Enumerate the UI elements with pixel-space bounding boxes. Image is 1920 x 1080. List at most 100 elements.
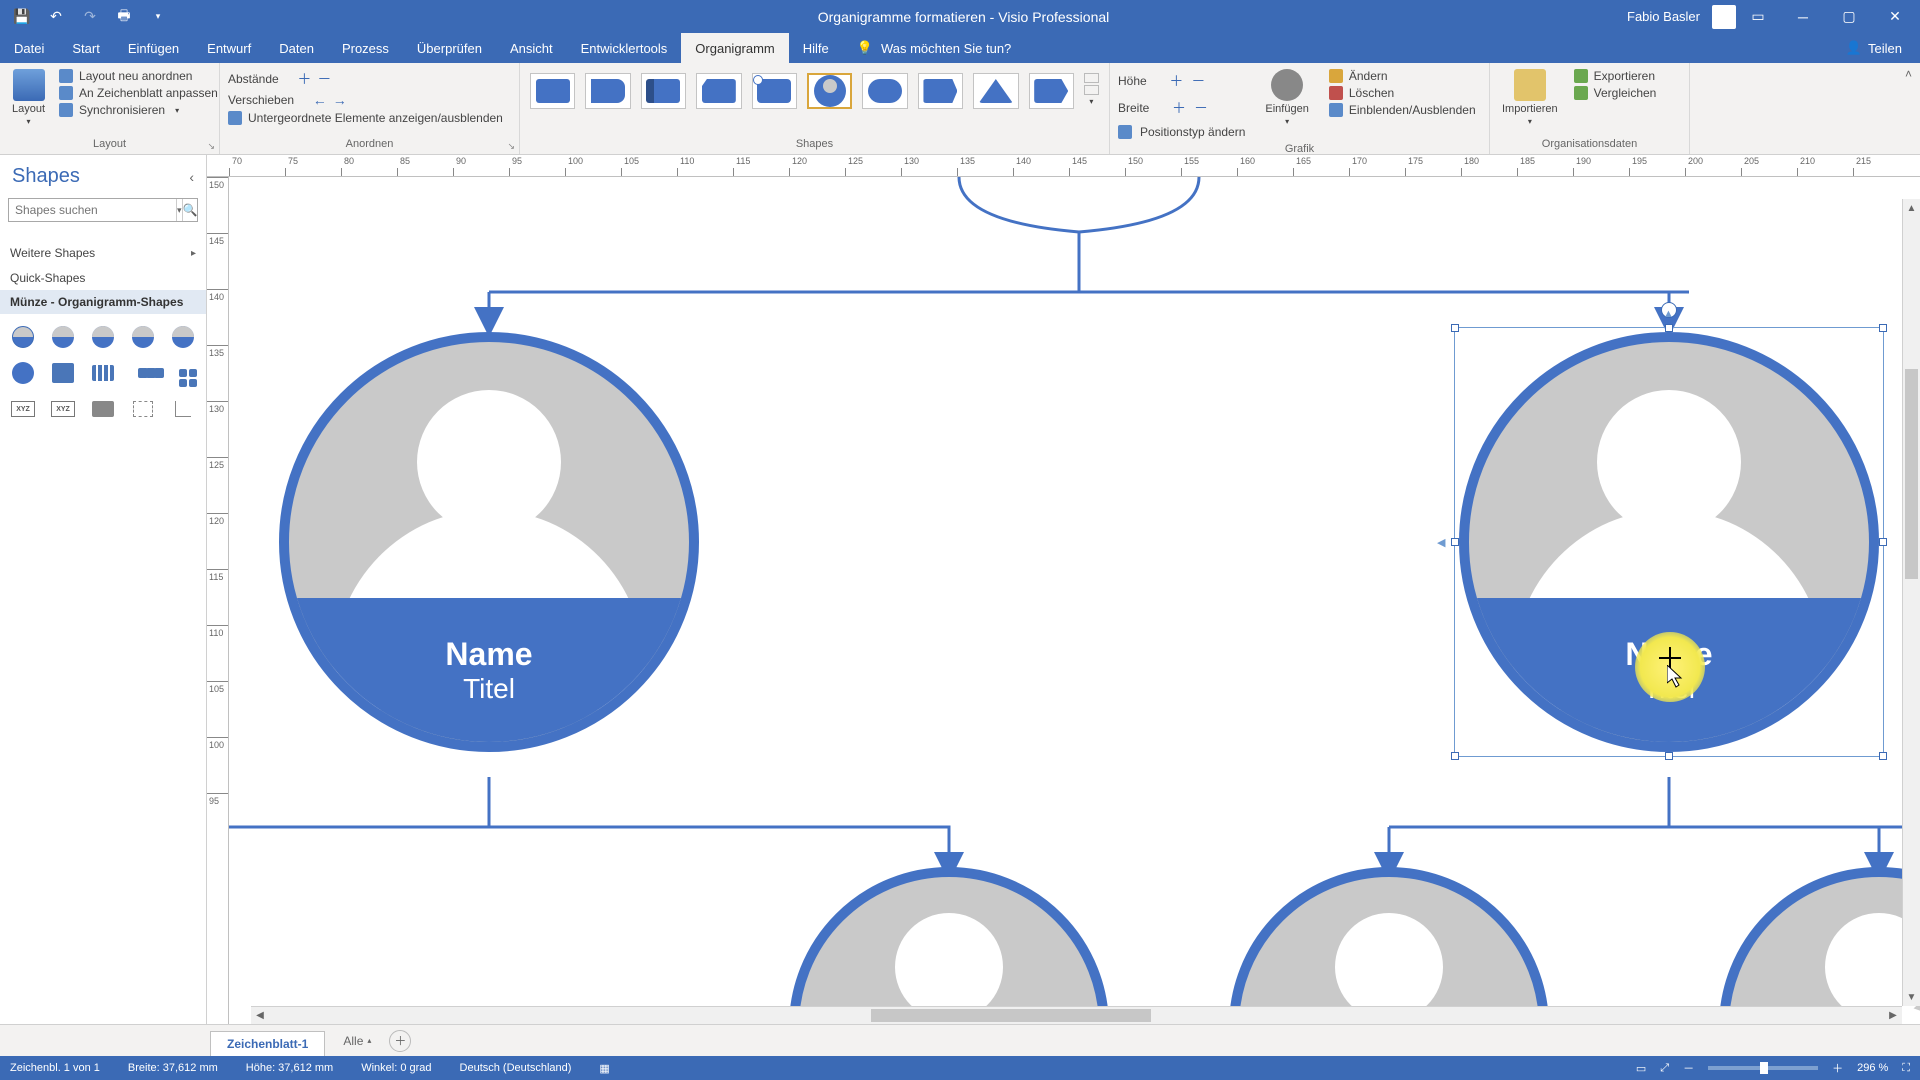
palette-shape[interactable] bbox=[90, 324, 116, 350]
fit-page-button[interactable]: An Zeichenblatt anpassen bbox=[59, 86, 218, 100]
shape-style-1[interactable] bbox=[530, 73, 575, 109]
zoom-level[interactable]: 296 % bbox=[1857, 1062, 1888, 1074]
height-minus[interactable]: － bbox=[1191, 71, 1205, 91]
quick-shapes-stencil[interactable]: Quick-Shapes bbox=[0, 266, 206, 290]
toggle-graphic-button[interactable]: Einblenden/Ausblenden bbox=[1329, 103, 1476, 117]
tell-me-search[interactable]: 💡 Was möchten Sie tun? bbox=[857, 40, 1012, 56]
fit-width-icon[interactable]: ⤢ bbox=[1660, 1062, 1669, 1075]
tab-hilfe[interactable]: Hilfe bbox=[789, 33, 843, 63]
palette-shape[interactable] bbox=[130, 396, 156, 422]
collapse-panel-icon[interactable]: ‹ bbox=[189, 169, 194, 185]
print-icon[interactable]: 🖶 bbox=[110, 4, 138, 30]
vertical-scrollbar[interactable]: ▲ ▼ bbox=[1902, 199, 1920, 1006]
coin-stencil[interactable]: Münze - Organigramm-Shapes bbox=[0, 290, 206, 314]
spacing-plus[interactable]: ＋ bbox=[297, 69, 311, 89]
resize-handle-sw[interactable] bbox=[1451, 752, 1459, 760]
spacing-minus[interactable]: － bbox=[317, 69, 331, 89]
width-plus[interactable]: ＋ bbox=[1172, 98, 1186, 118]
autoconnect-left-icon[interactable]: ◀ bbox=[1437, 536, 1445, 549]
palette-shape[interactable]: XYZ bbox=[10, 396, 36, 422]
autoconnect-up-icon[interactable]: ▲ bbox=[1663, 308, 1674, 320]
layout-button[interactable]: Layout ▾ bbox=[8, 67, 49, 128]
gallery-more[interactable]: ▾ bbox=[1084, 73, 1099, 107]
zoom-thumb[interactable] bbox=[1760, 1062, 1768, 1074]
palette-shape[interactable] bbox=[90, 396, 116, 422]
scroll-down-icon[interactable]: ▼ bbox=[1903, 988, 1920, 1006]
maximize-button[interactable]: ▢ bbox=[1826, 0, 1872, 33]
palette-shape[interactable] bbox=[130, 324, 156, 350]
more-shapes-link[interactable]: Weitere Shapes▸ bbox=[0, 240, 206, 266]
zoom-slider[interactable] bbox=[1708, 1066, 1818, 1070]
scroll-thumb[interactable] bbox=[871, 1009, 1151, 1022]
add-sheet-button[interactable]: ＋ bbox=[389, 1030, 411, 1052]
palette-shape[interactable] bbox=[50, 324, 76, 350]
postype-button[interactable]: Positionstyp ändern bbox=[1118, 123, 1245, 141]
delete-button[interactable]: Löschen bbox=[1329, 86, 1476, 100]
tab-ansicht[interactable]: Ansicht bbox=[496, 33, 567, 63]
tab-organigramm[interactable]: Organigramm bbox=[681, 33, 788, 63]
avatar[interactable] bbox=[1712, 5, 1736, 29]
tab-einfügen[interactable]: Einfügen bbox=[114, 33, 193, 63]
import-button[interactable]: Importieren ▾ bbox=[1498, 67, 1562, 128]
undo-icon[interactable]: ↶ bbox=[42, 4, 70, 30]
palette-shape[interactable] bbox=[10, 360, 36, 386]
sync-button[interactable]: Synchronisieren▾ bbox=[59, 103, 218, 117]
insert-button[interactable]: Einfügen ▾ bbox=[1261, 67, 1312, 128]
share-button[interactable]: 👤 Teilen bbox=[1828, 40, 1920, 56]
resize-handle-s[interactable] bbox=[1665, 752, 1673, 760]
resize-handle-w[interactable] bbox=[1451, 538, 1459, 546]
dialog-launcher-icon[interactable]: ↘ bbox=[207, 138, 215, 154]
width-minus[interactable]: － bbox=[1194, 98, 1208, 118]
close-button[interactable]: ✕ bbox=[1872, 0, 1918, 33]
palette-shape[interactable] bbox=[10, 324, 36, 350]
relayout-button[interactable]: Layout neu anordnen bbox=[59, 69, 218, 83]
palette-shape[interactable] bbox=[170, 324, 196, 350]
shape-style-5[interactable] bbox=[752, 73, 797, 109]
palette-shape[interactable] bbox=[50, 360, 76, 386]
move-right[interactable]: → bbox=[333, 92, 347, 108]
tab-entwicklertools[interactable]: Entwicklertools bbox=[567, 33, 682, 63]
horizontal-scrollbar[interactable]: ◀ ▶ bbox=[251, 1006, 1902, 1024]
zoom-out-button[interactable]: － bbox=[1683, 1060, 1694, 1076]
resize-handle-e[interactable] bbox=[1879, 538, 1887, 546]
presentation-icon[interactable]: ▭ bbox=[1636, 1062, 1646, 1075]
resize-handle-n[interactable] bbox=[1665, 324, 1673, 332]
resize-handle-nw[interactable] bbox=[1451, 324, 1459, 332]
toggle-subs-button[interactable]: Untergeordnete Elemente anzeigen/ausblen… bbox=[228, 111, 511, 125]
shape-style-2[interactable] bbox=[585, 73, 630, 109]
height-plus[interactable]: ＋ bbox=[1169, 71, 1183, 91]
collapse-ribbon-icon[interactable]: ˄ bbox=[1905, 67, 1912, 81]
tab-daten[interactable]: Daten bbox=[265, 33, 328, 63]
resize-handle-ne[interactable] bbox=[1879, 324, 1887, 332]
save-icon[interactable]: 💾 bbox=[8, 4, 36, 30]
shape-style-3[interactable] bbox=[641, 73, 686, 109]
ribbon-options-icon[interactable]: ▭ bbox=[1744, 4, 1772, 30]
resize-handle-se[interactable] bbox=[1879, 752, 1887, 760]
minimize-button[interactable]: ─ bbox=[1780, 0, 1826, 33]
redo-icon[interactable]: ↷ bbox=[76, 4, 104, 30]
fit-page-icon[interactable]: ⛶ bbox=[1902, 1062, 1910, 1075]
shapes-search-input[interactable] bbox=[9, 199, 176, 221]
macro-icon[interactable]: ▦ bbox=[599, 1062, 609, 1075]
shape-style-coin[interactable] bbox=[807, 73, 853, 109]
tab-prozess[interactable]: Prozess bbox=[328, 33, 403, 63]
scroll-up-icon[interactable]: ▲ bbox=[1903, 199, 1920, 217]
shape-style-10[interactable] bbox=[1029, 73, 1074, 109]
scroll-thumb[interactable] bbox=[1905, 369, 1918, 579]
dialog-launcher-icon[interactable]: ↘ bbox=[507, 138, 515, 154]
drawing-canvas[interactable]: Name Titel Name Titel bbox=[229, 177, 1920, 1024]
change-button[interactable]: Ändern bbox=[1329, 69, 1476, 83]
sheet-tab-all[interactable]: Alle▴ bbox=[331, 1029, 383, 1053]
shape-style-4[interactable] bbox=[696, 73, 741, 109]
scroll-right-icon[interactable]: ▶ bbox=[1884, 1007, 1902, 1024]
palette-shape[interactable] bbox=[170, 396, 196, 422]
palette-shape[interactable]: XYZ bbox=[50, 396, 76, 422]
tab-datei[interactable]: Datei bbox=[0, 33, 58, 63]
compare-button[interactable]: Vergleichen bbox=[1574, 86, 1657, 100]
zoom-in-button[interactable]: ＋ bbox=[1832, 1060, 1843, 1076]
shape-style-9[interactable] bbox=[973, 73, 1018, 109]
user-name[interactable]: Fabio Basler bbox=[1627, 9, 1700, 24]
palette-shape[interactable] bbox=[170, 360, 196, 386]
sheet-tab-1[interactable]: Zeichenblatt-1 bbox=[210, 1031, 325, 1056]
shape-style-gallery[interactable]: ▾ bbox=[528, 67, 1101, 136]
